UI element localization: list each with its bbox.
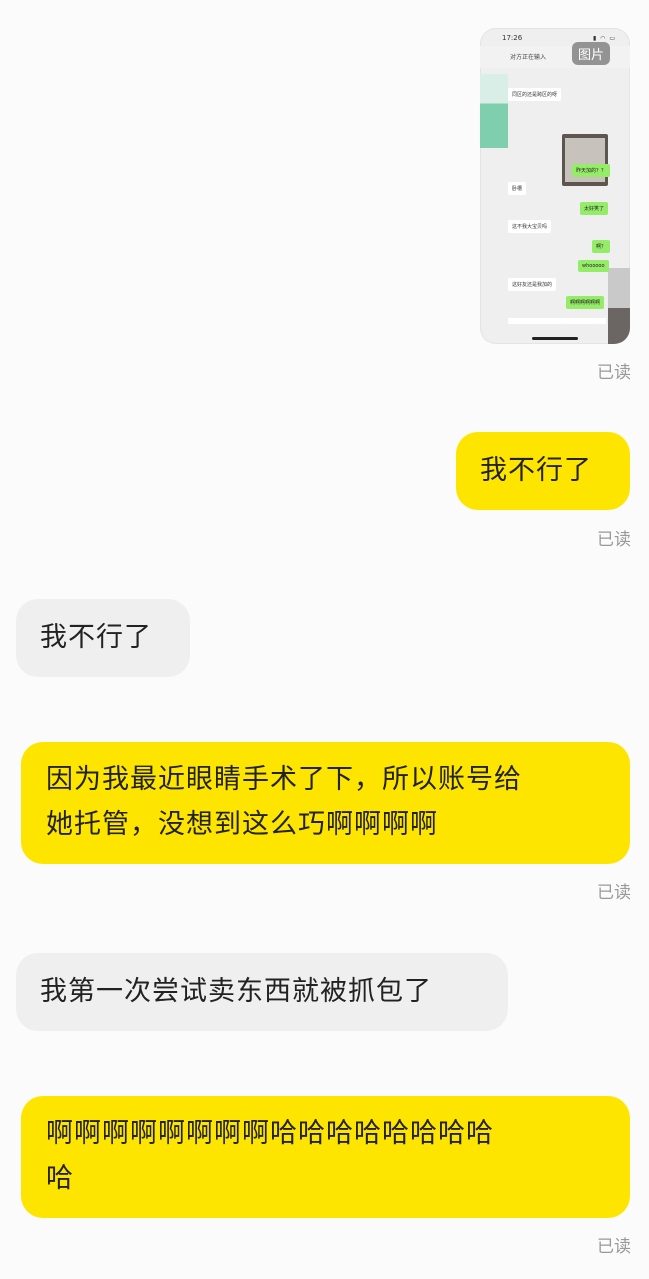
read-receipt: 已读 (597, 363, 631, 383)
thumbnail-mini-message: whooooo (578, 260, 609, 272)
thumbnail-mini-message: 太好笑了 (580, 202, 609, 215)
thumbnail-input-bar (508, 318, 606, 324)
thumbnail-mini-message: 啊啊啊啊啊啊 (566, 296, 605, 309)
message-text-line: 因为我最近眼睛手术了下，所以账号给 (46, 764, 522, 795)
message-text-line: 她托管，没想到这么巧啊啊啊啊 (46, 809, 438, 840)
thumbnail-mini-message: 啊？ (592, 240, 611, 253)
thumbnail-chat-title: 对方正在输入 (510, 54, 547, 61)
message-bubble-incoming[interactable]: 我第一次尝试卖东西就被抓包了 (16, 953, 508, 1031)
thumbnail-mini-message: 卧槽 (508, 182, 527, 195)
thumbnail-left-strip (480, 74, 508, 148)
read-receipt: 已读 (597, 883, 631, 903)
thumbnail-status-icons: ▮ ◠ ▭ (592, 35, 616, 42)
thumbnail-right-strip (608, 268, 630, 344)
image-badge: 图片 (571, 42, 610, 65)
message-bubble-outgoing[interactable]: 因为我最近眼睛手术了下，所以账号给 她托管，没想到这么巧啊啊啊啊 (21, 742, 630, 864)
image-message-thumbnail[interactable]: 17:26 ▮ ◠ ▭ 对方正在输入 图片 同区的还是跨区的呀 昨天加的？？ 卧… (480, 28, 630, 344)
thumbnail-home-indicator (532, 337, 578, 340)
message-text-line: 啊啊啊啊啊啊啊啊哈哈哈哈哈哈哈哈 (46, 1118, 494, 1149)
read-receipt: 已读 (597, 530, 631, 550)
thumbnail-mini-message: 同区的还是跨区的呀 (508, 88, 562, 101)
message-bubble-incoming[interactable]: 我不行了 (16, 599, 190, 677)
message-bubble-outgoing[interactable]: 我不行了 (456, 432, 630, 510)
message-text: 我不行了 (40, 622, 152, 653)
message-text: 我第一次尝试卖东西就被抓包了 (40, 976, 432, 1007)
thumbnail-mini-message: 昨天加的？？ (572, 164, 611, 177)
message-bubble-outgoing[interactable]: 啊啊啊啊啊啊啊啊哈哈哈哈哈哈哈哈 哈 (21, 1096, 630, 1218)
thumbnail-status-time: 17:26 (502, 34, 523, 42)
read-receipt: 已读 (597, 1237, 631, 1257)
message-text-line: 哈 (46, 1163, 74, 1194)
thumbnail-mini-image (562, 134, 608, 186)
thumbnail-mini-message: 这不我大宝贝吗 (508, 220, 552, 233)
thumbnail-mini-message: 这好友还是我加的 (508, 278, 557, 291)
message-text: 我不行了 (480, 455, 592, 486)
